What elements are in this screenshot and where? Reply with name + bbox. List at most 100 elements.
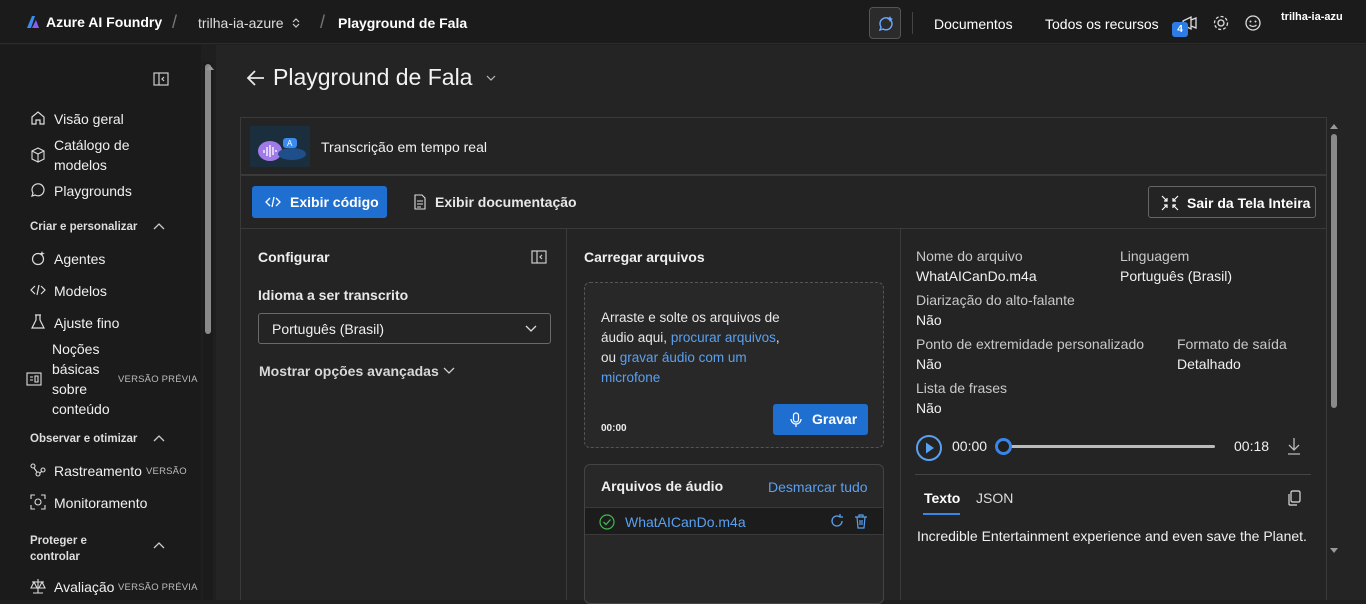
- all-resources-link[interactable]: Todos os recursos: [1045, 16, 1159, 32]
- sidebar-item-agents[interactable]: Agentes: [30, 249, 105, 269]
- tab-text[interactable]: Texto: [924, 490, 960, 506]
- page-title: Playground de Fala: [273, 64, 473, 90]
- scenario-title: Transcrição em tempo real: [321, 139, 487, 155]
- chevron-down-icon: [525, 325, 537, 332]
- sidebar-scrollbar[interactable]: [203, 62, 213, 600]
- file-drop-zone[interactable]: Arraste e solte os arquivos de áudio aqu…: [584, 282, 884, 448]
- collapse-panel-icon[interactable]: [531, 250, 547, 264]
- record-audio-link[interactable]: gravar áudio com um microfone: [601, 350, 747, 385]
- preview-tag: VERSÃO PRÉVIA: [118, 582, 198, 593]
- flask-icon: [31, 314, 45, 329]
- code-icon: [30, 284, 46, 296]
- svg-text:A: A: [287, 139, 293, 148]
- audio-player: 00:00 00:18: [915, 432, 1311, 462]
- show-advanced-options[interactable]: Mostrar opções avançadas: [259, 363, 455, 379]
- chevron-up-icon[interactable]: [152, 433, 166, 443]
- sidebar-item-fine-tuning[interactable]: Ajuste fino: [30, 313, 119, 333]
- sidebar-item-overview[interactable]: Visão geral: [30, 109, 124, 129]
- sidebar-item-tracing[interactable]: Rastreamento: [30, 461, 142, 481]
- sidebar-item-models[interactable]: Modelos: [30, 281, 107, 301]
- notification-badge: 4: [1172, 22, 1188, 37]
- user-name[interactable]: trilha-ia-azu: [1281, 11, 1343, 23]
- section-create-customize[interactable]: Criar e personalizar: [30, 221, 137, 233]
- phrase-list-field: Lista de frases Não: [916, 380, 1008, 416]
- preview-tag: VERSÃO: [146, 466, 187, 477]
- audio-files-title: Arquivos de áudio: [601, 478, 724, 494]
- feedback-smile-icon[interactable]: [1244, 14, 1262, 32]
- exit-fullscreen-icon: [1161, 195, 1179, 211]
- sidebar-item-label: Avaliação: [54, 579, 115, 595]
- sidebar-item-evaluation[interactable]: Avaliação: [30, 577, 114, 597]
- brand-title[interactable]: Azure AI Foundry: [46, 14, 162, 30]
- breadcrumb-page: Playground de Fala: [338, 15, 468, 31]
- collapse-sidebar-icon[interactable]: [153, 72, 169, 86]
- chevron-up-icon[interactable]: [152, 221, 166, 231]
- view-documentation-button[interactable]: Exibir documentação: [413, 194, 577, 210]
- chevron-down-icon[interactable]: [486, 74, 496, 82]
- azure-logo-icon: [27, 16, 39, 28]
- scenario-thumbnail: A: [250, 126, 310, 167]
- breadcrumb-project[interactable]: trilha-ia-azure: [198, 15, 284, 31]
- upload-panel: Carregar arquivos Arraste e solte os arq…: [566, 229, 900, 604]
- play-icon[interactable]: [915, 434, 943, 462]
- sidebar-item-label: Playgrounds: [54, 183, 132, 199]
- scrollbar-thumb[interactable]: [1331, 134, 1337, 408]
- microphone-icon: [790, 412, 802, 427]
- record-timer: 00:00: [601, 423, 627, 434]
- sidebar-item-label: Catálogo de modelos: [54, 137, 130, 173]
- exit-fullscreen-button[interactable]: Sair da Tela Inteira: [1148, 186, 1316, 218]
- sidebar-item-content-understanding[interactable]: Noções básicas sobre conteúdo: [26, 339, 110, 419]
- scrollbar-thumb[interactable]: [205, 64, 211, 334]
- document-icon: [414, 194, 426, 210]
- documents-link[interactable]: Documentos: [934, 16, 1013, 32]
- sidebar-item-monitoring[interactable]: Monitoramento: [30, 493, 147, 513]
- home-icon: [31, 111, 45, 125]
- agent-icon: [31, 251, 45, 266]
- sidebar-item-label: Rastreamento: [54, 463, 142, 479]
- chevron-down-icon: [443, 367, 455, 374]
- copilot-button[interactable]: [869, 7, 901, 39]
- transcript-text: Incredible Entertainment experience and …: [917, 528, 1307, 544]
- content-scrollbar[interactable]: [1331, 134, 1339, 554]
- copy-icon[interactable]: [1287, 490, 1301, 506]
- scroll-down-icon[interactable]: [1330, 548, 1338, 554]
- results-panel: Nome do arquivo WhatAICanDo.m4a Linguagem…: [900, 229, 1327, 600]
- record-button[interactable]: Gravar: [773, 404, 868, 435]
- gear-icon[interactable]: [1212, 14, 1230, 32]
- trace-icon: [30, 463, 46, 477]
- updown-chevron-icon[interactable]: [291, 17, 301, 29]
- configure-panel: Configurar Idioma a ser transcrito Portu…: [240, 229, 566, 600]
- seek-bar[interactable]: [1003, 445, 1215, 448]
- scale-icon: [30, 579, 46, 594]
- total-time: 00:18: [1234, 438, 1270, 454]
- back-arrow-icon[interactable]: [246, 68, 266, 88]
- cube-icon: [31, 147, 45, 163]
- sidebar-item-model-catalog[interactable]: Catálogo de modelos: [30, 135, 150, 175]
- chevron-up-icon[interactable]: [152, 540, 166, 550]
- toolbar: Exibir código Exibir documentação Sair d…: [240, 175, 1327, 229]
- list-item[interactable]: WhatAICanDo.m4a: [585, 507, 883, 535]
- output-format-field: Formato de saída Detalhado: [1177, 336, 1287, 372]
- retry-icon[interactable]: [829, 513, 845, 529]
- file-name-field: Nome do arquivo WhatAICanDo.m4a: [916, 248, 1037, 284]
- section-observe-optimize[interactable]: Observar e otimizar: [30, 433, 137, 445]
- tab-json[interactable]: JSON: [976, 490, 1013, 506]
- language-label: Idioma a ser transcrito: [258, 287, 409, 303]
- seek-handle[interactable]: [995, 438, 1012, 455]
- section-protect-govern[interactable]: Proteger e controlar: [30, 533, 110, 565]
- chat-icon: [31, 183, 45, 197]
- audio-file-name[interactable]: WhatAICanDo.m4a: [625, 514, 746, 530]
- sidebar-item-label: Monitoramento: [54, 495, 148, 511]
- browse-files-link[interactable]: procurar arquivos: [671, 330, 776, 345]
- scroll-up-icon[interactable]: [1330, 123, 1338, 129]
- sidebar-item-playgrounds[interactable]: Playgrounds: [30, 181, 132, 201]
- view-code-button[interactable]: Exibir código: [252, 186, 387, 218]
- download-icon[interactable]: [1286, 437, 1302, 455]
- language-select[interactable]: Português (Brasil): [258, 313, 551, 344]
- breadcrumb-separator: /: [320, 12, 326, 32]
- clear-all-link[interactable]: Desmarcar tudo: [768, 479, 868, 495]
- breadcrumb-separator: /: [172, 12, 178, 32]
- monitor-icon: [30, 494, 46, 510]
- delete-icon[interactable]: [853, 513, 869, 529]
- scroll-up-icon[interactable]: [206, 64, 214, 70]
